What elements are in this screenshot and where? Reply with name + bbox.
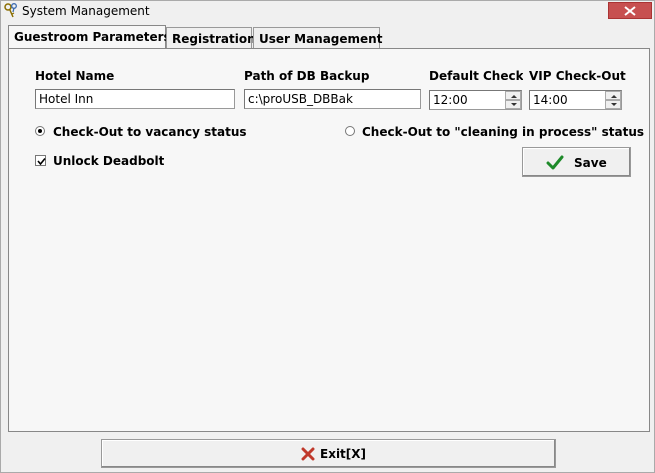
save-button[interactable]: Save xyxy=(522,147,631,177)
vip-checkout-up-button[interactable] xyxy=(605,91,621,100)
title-bar: System Management xyxy=(1,1,654,22)
default-checkout-value: 12:00 xyxy=(433,93,468,107)
tab-registration[interactable]: Registration xyxy=(166,27,256,49)
db-backup-input[interactable] xyxy=(248,92,417,106)
hotel-name-field[interactable] xyxy=(35,89,235,109)
red-x-icon xyxy=(301,447,315,464)
window-title: System Management xyxy=(22,4,150,18)
default-checkout-down-button[interactable] xyxy=(505,100,521,109)
vip-checkout-down-button[interactable] xyxy=(605,100,621,109)
hotel-name-input[interactable] xyxy=(39,92,231,106)
db-backup-field[interactable] xyxy=(244,89,421,109)
checkmark-icon xyxy=(37,157,46,166)
vacancy-status-label[interactable]: Check-Out to vacancy status xyxy=(53,125,247,139)
default-checkout-label: Default Check-Out xyxy=(429,69,523,83)
unlock-deadbolt-checkbox[interactable] xyxy=(35,155,46,166)
cleaning-status-radio[interactable] xyxy=(345,126,355,136)
exit-button-label: Exit[X] xyxy=(320,447,367,461)
default-checkout-spin-buttons xyxy=(505,91,521,109)
db-backup-label: Path of DB Backup xyxy=(244,69,370,83)
exit-button[interactable]: Exit[X] xyxy=(101,439,556,468)
vip-checkout-value: 14:00 xyxy=(533,93,568,107)
unlock-deadbolt-label[interactable]: Unlock Deadbolt xyxy=(53,154,164,168)
hotel-name-label: Hotel Name xyxy=(35,69,115,83)
close-icon xyxy=(624,6,636,16)
close-button[interactable] xyxy=(608,2,652,19)
cleaning-status-label[interactable]: Check-Out to "cleaning in process" statu… xyxy=(362,125,644,139)
vacancy-status-radio[interactable] xyxy=(35,126,45,136)
default-checkout-up-button[interactable] xyxy=(505,91,521,100)
keys-icon xyxy=(4,3,18,19)
vip-checkout-spin-buttons xyxy=(605,91,621,109)
green-check-icon xyxy=(546,155,564,174)
vip-checkout-label: VIP Check-Out xyxy=(529,69,626,83)
system-management-window: System Management Guestroom Parameters R… xyxy=(0,0,655,473)
vip-checkout-spinner[interactable]: 14:00 xyxy=(529,90,622,110)
default-checkout-spinner[interactable]: 12:00 xyxy=(429,90,522,110)
save-button-label: Save xyxy=(574,156,607,170)
tab-guestroom-parameters[interactable]: Guestroom Parameters xyxy=(8,25,171,49)
tab-user-management[interactable]: User Management xyxy=(253,27,382,49)
